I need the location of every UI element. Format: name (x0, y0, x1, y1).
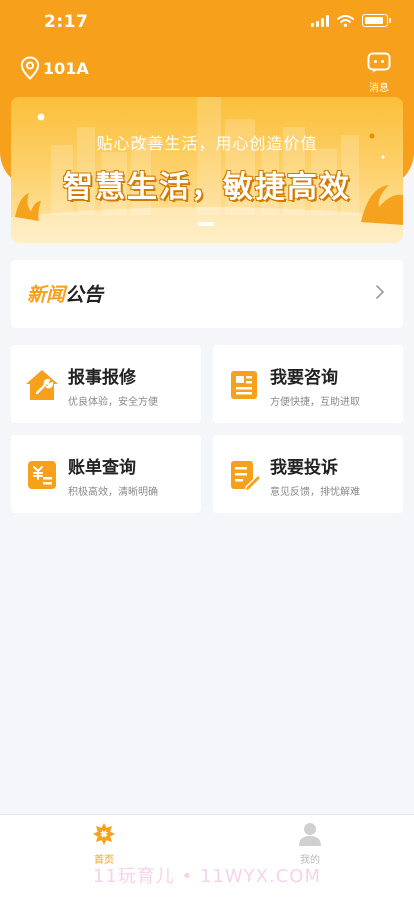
service-desc: 积极高效，清晰明确 (68, 487, 158, 498)
service-card-complaint[interactable]: 我要投诉 意见反馈，排忧解难 (213, 435, 403, 513)
location-pin-icon (20, 56, 40, 80)
location-selector[interactable]: 101A (20, 56, 89, 80)
service-card-consult[interactable]: 我要咨询 方便快捷，互助进取 (213, 345, 403, 423)
bill-icon (28, 461, 56, 489)
message-label: 消息 (369, 83, 389, 94)
service-title: 账单查询 (68, 458, 136, 478)
carousel-indicator (198, 222, 214, 226)
service-title: 我要咨询 (270, 368, 338, 388)
chevron-right-icon (376, 285, 385, 299)
news-announcement-row[interactable]: 新闻公告 (11, 260, 403, 328)
status-time: 2:17 (44, 12, 89, 32)
banner-subtitle: 贴心改善生活，用心创造价值 (96, 134, 318, 153)
complaint-icon (231, 461, 262, 493)
wifi-icon (337, 14, 354, 27)
watermark: 11玩育儿 • 11WYX.COM (93, 866, 321, 887)
location-label: 101A (43, 58, 89, 78)
message-button[interactable]: 消息 (362, 52, 396, 94)
service-desc: 方便快捷，互助进取 (270, 397, 360, 408)
tab-mine[interactable]: 我的 (280, 821, 340, 866)
status-bar: 2:17 (0, 0, 414, 48)
status-icons (311, 14, 391, 27)
news-title-part1: 新闻 (27, 284, 66, 306)
news-title-part2: 公告 (65, 284, 104, 306)
service-card-bill[interactable]: 账单查询 积极高效，清晰明确 (11, 435, 201, 513)
user-icon (299, 823, 321, 846)
banner-carousel[interactable]: 贴心改善生活，用心创造价值 智慧生活，敏捷高效 (11, 97, 403, 243)
service-card-repair[interactable]: 报事报修 优良体验，安全方便 (11, 345, 201, 423)
repair-house-icon (26, 370, 58, 400)
banner-title: 智慧生活，敏捷高效 (63, 170, 351, 205)
service-title: 报事报修 (68, 368, 136, 388)
tab-home[interactable]: 首页 (74, 821, 134, 866)
service-title: 我要投诉 (270, 458, 338, 478)
signal-icon (311, 14, 329, 27)
battery-icon (362, 14, 391, 27)
chat-bubble-icon (367, 52, 391, 73)
service-desc: 优良体验，安全方便 (68, 397, 158, 408)
news-title: 新闻公告 (27, 280, 103, 307)
home-flower-icon (93, 823, 115, 845)
service-desc: 意见反馈，排忧解难 (270, 487, 360, 498)
consult-icon (231, 371, 257, 399)
